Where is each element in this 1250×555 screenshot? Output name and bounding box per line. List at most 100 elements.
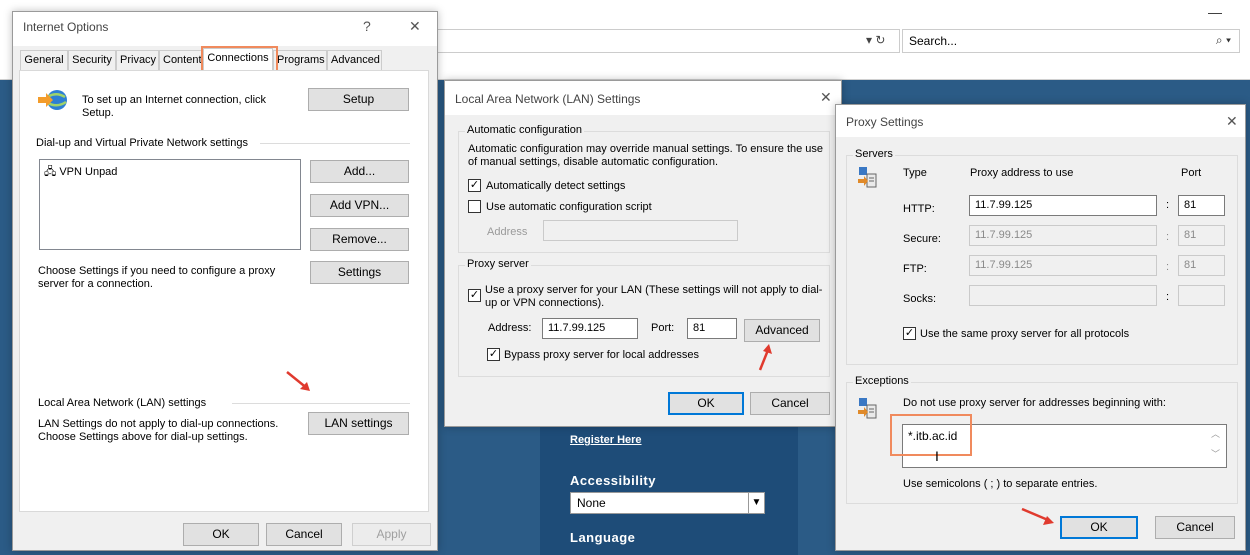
- tab-advanced[interactable]: Advanced: [327, 50, 382, 70]
- close-icon[interactable]: ✕: [409, 18, 421, 35]
- col-port-header: Port: [1181, 167, 1202, 179]
- group-heading: Proxy server: [465, 258, 531, 270]
- globe-connect-icon: [38, 90, 67, 110]
- group-heading: Exceptions: [853, 375, 911, 387]
- tab-programs[interactable]: Programs: [273, 50, 327, 70]
- auto-script-label: Use automatic configuration script: [486, 201, 652, 213]
- vpn-list[interactable]: 🖧 VPN Unpad: [39, 159, 301, 250]
- bypass-local-checkbox[interactable]: ✓: [487, 348, 500, 361]
- connections-tab-highlight: [201, 46, 278, 72]
- cancel-button[interactable]: Cancel: [266, 523, 342, 546]
- group-heading: Servers: [853, 148, 895, 160]
- remove-button[interactable]: Remove...: [310, 228, 409, 251]
- add-button[interactable]: Add...: [310, 160, 409, 183]
- secure-label: Secure:: [903, 233, 941, 245]
- exceptions-highlight: [890, 414, 972, 456]
- http-address-input[interactable]: 11.7.99.125: [969, 195, 1157, 216]
- vpn-icon: 🖧: [44, 166, 57, 178]
- close-icon[interactable]: ✕: [820, 89, 832, 106]
- ok-button[interactable]: OK: [668, 392, 744, 415]
- search-input[interactable]: Search... ⌕ ▾: [902, 29, 1240, 53]
- vpn-name: VPN Unpad: [59, 166, 118, 178]
- lan-heading: Local Area Network (LAN) settings: [38, 397, 207, 409]
- tab-security[interactable]: Security: [68, 50, 116, 70]
- search-icon[interactable]: ⌕ ▾: [1216, 33, 1231, 48]
- ok-button[interactable]: OK: [183, 523, 259, 546]
- port-separator: :: [1166, 231, 1170, 243]
- port-separator: :: [1166, 291, 1170, 303]
- settings-button[interactable]: Settings: [310, 261, 409, 284]
- proxy-address-label: Address:: [488, 322, 532, 334]
- proxy-computer-icon: [858, 167, 877, 188]
- port-separator: :: [1166, 199, 1170, 211]
- minimize-button[interactable]: —: [1208, 4, 1228, 20]
- col-type-header: Type: [903, 167, 927, 179]
- scroll-up-icon[interactable]: ︿: [1211, 427, 1220, 440]
- red-arrow-icon: [758, 344, 772, 371]
- socks-address-input[interactable]: [969, 285, 1157, 306]
- language-label: Language: [570, 530, 636, 545]
- use-proxy-checkbox[interactable]: ✓: [468, 289, 481, 302]
- refresh-icon[interactable]: ▾ ↻: [866, 33, 885, 47]
- add-vpn-button[interactable]: Add VPN...: [310, 194, 409, 217]
- cancel-button[interactable]: Cancel: [750, 392, 830, 415]
- ftp-label: FTP:: [903, 263, 927, 275]
- script-address-input[interactable]: [543, 220, 738, 241]
- auto-script-checkbox[interactable]: [468, 200, 481, 213]
- search-placeholder: Search...: [909, 34, 958, 48]
- accessibility-select[interactable]: None ▼: [570, 492, 765, 514]
- tab-general[interactable]: General: [20, 50, 68, 70]
- address-label: Address: [487, 226, 528, 238]
- bypass-local-label: Bypass proxy server for local addresses: [504, 349, 700, 361]
- http-label: HTTP:: [903, 203, 935, 215]
- secure-address-input[interactable]: 11.7.99.125: [969, 225, 1157, 246]
- same-proxy-checkbox[interactable]: ✓: [903, 327, 916, 340]
- lan-text: LAN Settings do not apply to dial-up con…: [38, 418, 279, 443]
- accessibility-label: Accessibility: [570, 473, 656, 488]
- dialup-heading: Dial-up and Virtual Private Network sett…: [36, 137, 248, 149]
- text-cursor-icon: I: [935, 448, 939, 464]
- col-address-header: Proxy address to use: [970, 167, 1074, 179]
- setup-button[interactable]: Setup: [308, 88, 409, 111]
- ok-button[interactable]: OK: [1060, 516, 1138, 539]
- cancel-button[interactable]: Cancel: [1155, 516, 1235, 539]
- secure-port-input[interactable]: 81: [1178, 225, 1225, 246]
- http-port-input[interactable]: 81: [1178, 195, 1225, 216]
- dialog-title: Local Area Network (LAN) Settings: [445, 81, 841, 115]
- red-arrow-icon: [286, 371, 310, 391]
- settings-text: Choose Settings if you need to configure…: [38, 265, 276, 290]
- dialog-title: Internet Options: [13, 12, 437, 46]
- advanced-button[interactable]: Advanced: [744, 319, 820, 342]
- semicolon-note: Use semicolons ( ; ) to separate entries…: [903, 478, 1098, 490]
- auto-config-text: Automatic configuration may override man…: [468, 143, 824, 168]
- accessibility-value: None: [577, 496, 606, 510]
- tab-privacy[interactable]: Privacy: [116, 50, 159, 70]
- ftp-address-input[interactable]: 11.7.99.125: [969, 255, 1157, 276]
- auto-detect-label: Automatically detect settings: [486, 180, 626, 192]
- socks-port-input[interactable]: [1178, 285, 1225, 306]
- close-icon[interactable]: ✕: [1226, 113, 1238, 130]
- proxy-computer-icon: [858, 398, 877, 419]
- lan-settings-button[interactable]: LAN settings: [308, 412, 409, 435]
- proxy-port-label: Port:: [651, 322, 675, 334]
- use-proxy-label: Use a proxy server for your LAN (These s…: [485, 284, 823, 309]
- proxy-port-input[interactable]: 81: [687, 318, 737, 339]
- chevron-down-icon[interactable]: ▼: [748, 493, 764, 513]
- divider: [232, 403, 410, 404]
- address-bar[interactable]: [420, 29, 900, 53]
- same-proxy-label: Use the same proxy server for all protoc…: [920, 328, 1130, 340]
- ftp-port-input[interactable]: 81: [1178, 255, 1225, 276]
- help-icon[interactable]: ?: [363, 18, 371, 34]
- register-link[interactable]: Register Here: [570, 434, 642, 446]
- scroll-down-icon[interactable]: ﹀: [1211, 447, 1220, 460]
- socks-label: Socks:: [903, 293, 937, 305]
- auto-detect-checkbox[interactable]: ✓: [468, 179, 481, 192]
- setup-text: To set up an Internet connection, click …: [82, 94, 267, 119]
- dialog-title: Proxy Settings: [836, 105, 1245, 137]
- apply-button[interactable]: Apply: [352, 523, 431, 546]
- group-heading: Automatic configuration: [465, 124, 584, 136]
- proxy-address-input[interactable]: 11.7.99.125: [542, 318, 638, 339]
- list-item[interactable]: 🖧 VPN Unpad: [44, 163, 296, 182]
- tab-content[interactable]: Content: [159, 50, 203, 70]
- port-separator: :: [1166, 261, 1170, 273]
